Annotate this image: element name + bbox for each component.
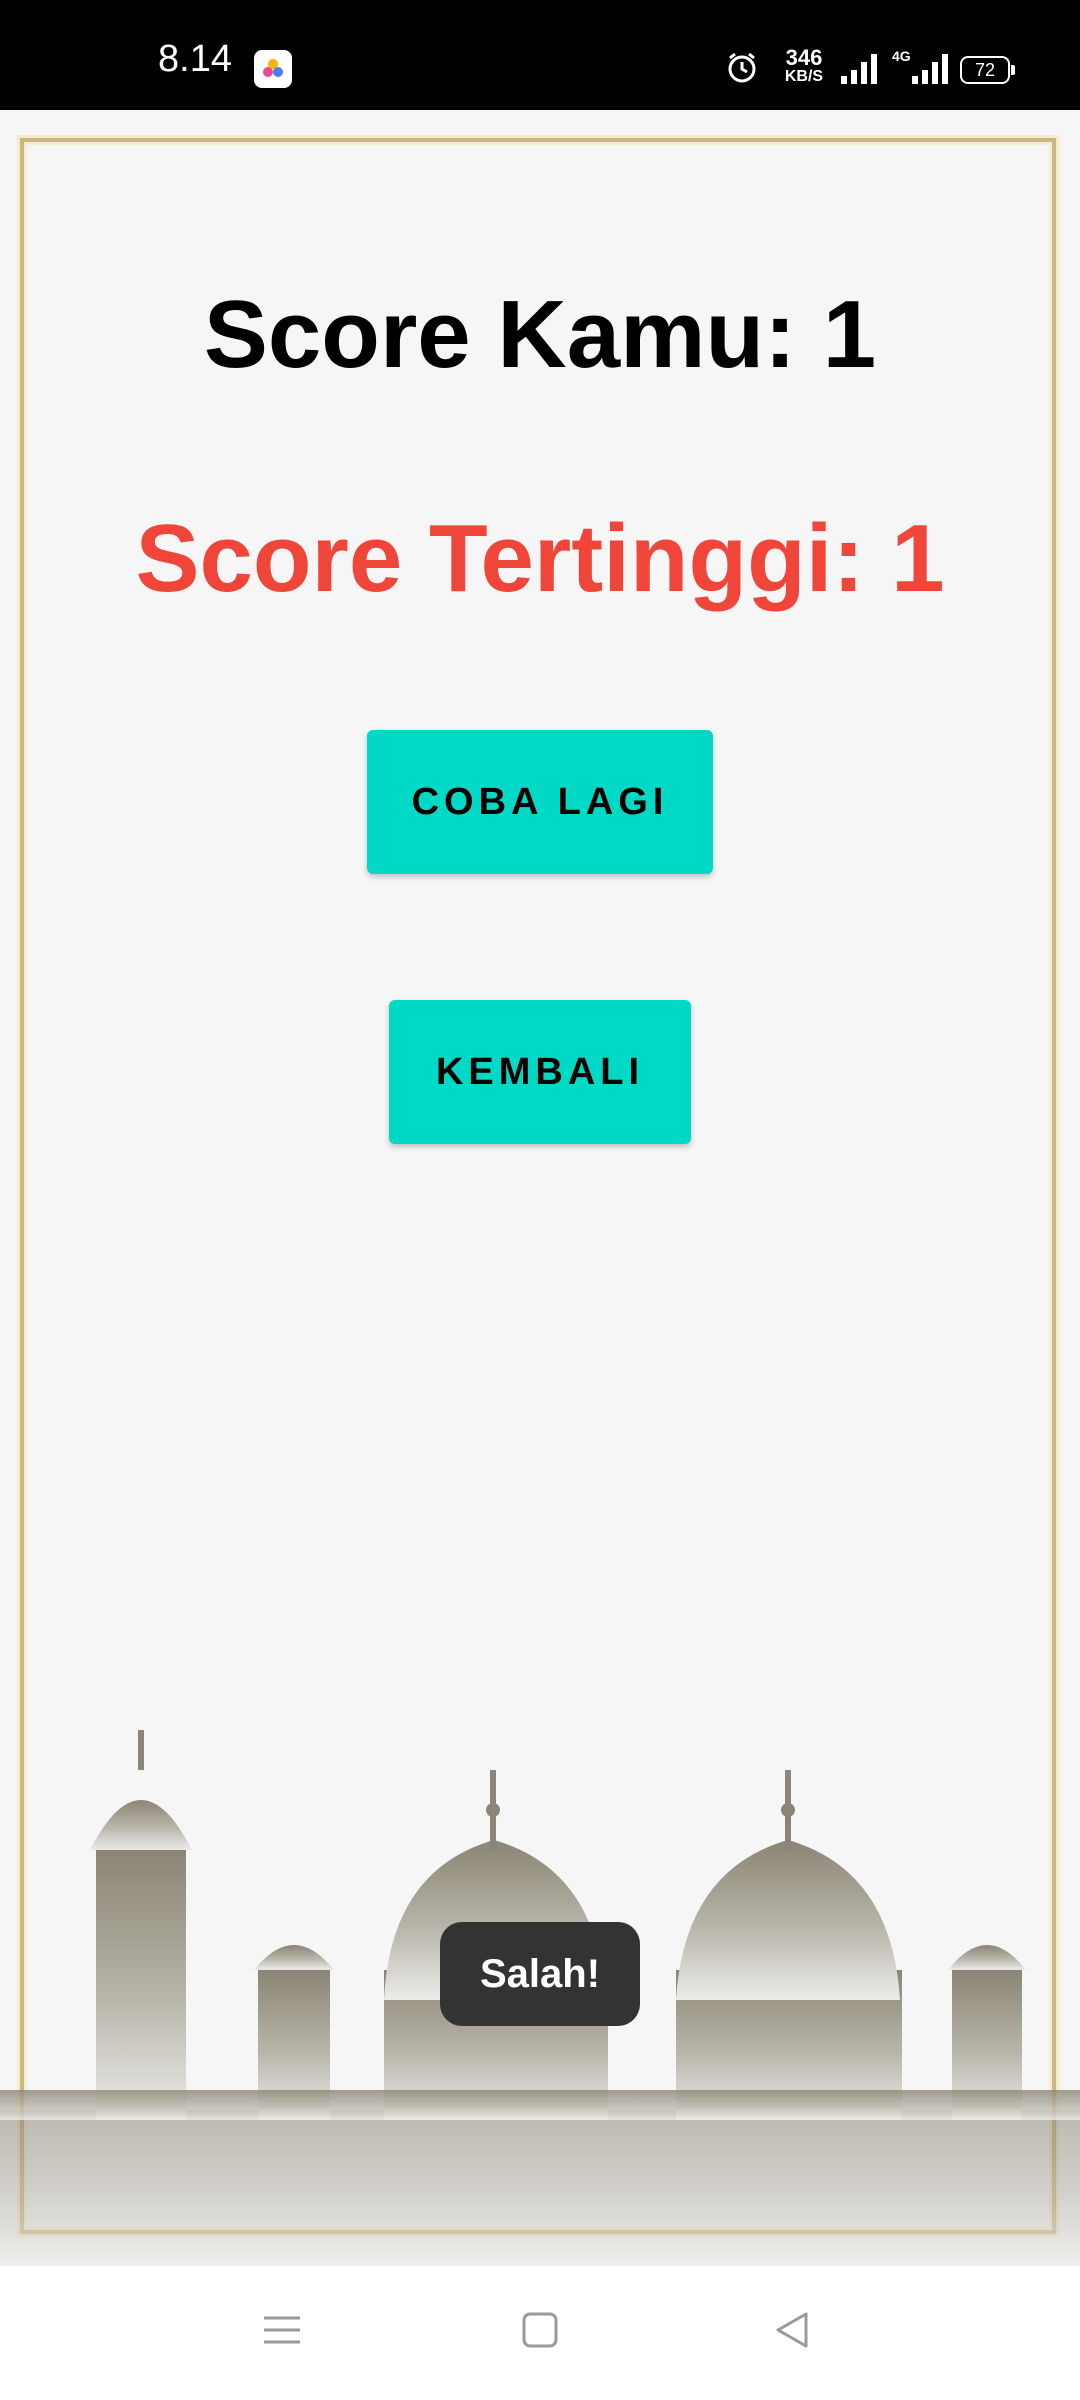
- alarm-icon: [728, 52, 756, 83]
- system-navigation-bar: [0, 2266, 1080, 2400]
- back-triangle-icon[interactable]: [772, 2310, 812, 2350]
- result-screen: Score Kamu: 1 Score Tertinggi: 1 COBA LA…: [0, 110, 1080, 2266]
- network-speed: 346 KB/S: [774, 45, 834, 86]
- signal-4g-icon: [912, 54, 948, 84]
- high-score: Score Tertinggi: 1: [135, 505, 945, 612]
- try-again-button[interactable]: COBA LAGI: [367, 730, 713, 874]
- menu-icon[interactable]: [262, 2310, 302, 2350]
- toast-message: Salah!: [440, 1922, 640, 2026]
- current-score: Score Kamu: 1: [203, 281, 877, 388]
- signal-icon: [841, 54, 877, 84]
- screen: 8.14 346 KB/S 4G 72 Score Kamu: 1 Score …: [0, 0, 1080, 2400]
- status-time: 8.14: [158, 38, 232, 80]
- speed-unit: KB/S: [784, 68, 824, 85]
- back-button[interactable]: KEMBALI: [389, 1000, 691, 1144]
- app-icon: [254, 50, 292, 88]
- status-bar: 8.14 346 KB/S 4G 72: [0, 0, 1080, 110]
- speed-value: 346: [785, 45, 823, 70]
- home-square-icon[interactable]: [520, 2310, 560, 2350]
- battery-icon: 72: [960, 56, 1015, 84]
